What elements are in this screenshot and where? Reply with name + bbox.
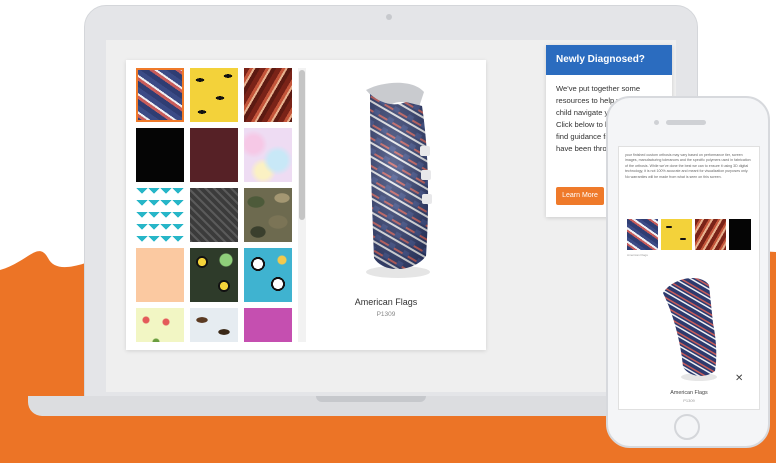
phone-camera <box>654 120 659 125</box>
phone-design-code: P1309 <box>683 398 695 403</box>
swatch-camouflage[interactable] <box>244 188 292 242</box>
swatch-black[interactable] <box>136 128 184 182</box>
swatch-pastel-tie-dye[interactable] <box>244 128 292 182</box>
laptop-screen: American Flags P1309 Newly Diagnosed? We… <box>106 40 676 392</box>
swatch-cupcakes[interactable] <box>136 308 184 342</box>
phone-swatch-bacon[interactable] <box>695 219 726 250</box>
swatch-yellow-mustaches[interactable] <box>190 68 238 122</box>
scrollbar-thumb[interactable] <box>299 70 305 220</box>
phone-selected-caption: American Flags <box>627 253 648 257</box>
swatch-horses[interactable] <box>190 308 238 342</box>
phone-screen: your finished custom orthosis may vary b… <box>618 146 760 410</box>
swatch-pandas[interactable] <box>244 248 292 302</box>
laptop-opening-lip <box>316 396 426 402</box>
phone-speaker <box>666 120 706 125</box>
swatch-diamond-plate[interactable] <box>190 188 238 242</box>
phone-device: your finished custom orthosis may vary b… <box>606 96 770 448</box>
swatch-grid <box>136 68 296 342</box>
swatch-teal-chevron[interactable] <box>136 188 184 242</box>
phone-swatch-yellow-mustaches[interactable] <box>661 219 692 250</box>
swatch-scrollbar[interactable] <box>298 68 306 342</box>
swatch-maroon[interactable] <box>190 128 238 182</box>
phone-swatch-american-flags[interactable] <box>627 219 658 250</box>
design-name: American Flags <box>354 297 418 307</box>
phone-swatch-black[interactable] <box>729 219 751 250</box>
phone-disclaimer-text: your finished custom orthosis may vary b… <box>625 153 751 179</box>
swatch-bacon[interactable] <box>244 68 292 122</box>
orthosis-preview <box>366 82 432 278</box>
panel-title: Newly Diagnosed? <box>546 45 672 75</box>
phone-orthosis-preview <box>663 278 717 381</box>
swatch-magenta[interactable] <box>244 308 292 342</box>
phone-design-name: American Flags <box>670 390 708 396</box>
learn-more-button[interactable]: Learn More <box>556 187 604 205</box>
design-code: P1309 <box>376 311 396 318</box>
swatch-bees[interactable] <box>190 248 238 302</box>
swatch-peach[interactable] <box>136 248 184 302</box>
phone-close-icon[interactable]: ✕ <box>735 373 743 384</box>
laptop-camera <box>386 14 392 20</box>
design-selector-card: American Flags P1309 <box>126 60 486 350</box>
phone-home-button[interactable] <box>674 414 700 440</box>
swatch-american-flags[interactable] <box>136 68 184 122</box>
